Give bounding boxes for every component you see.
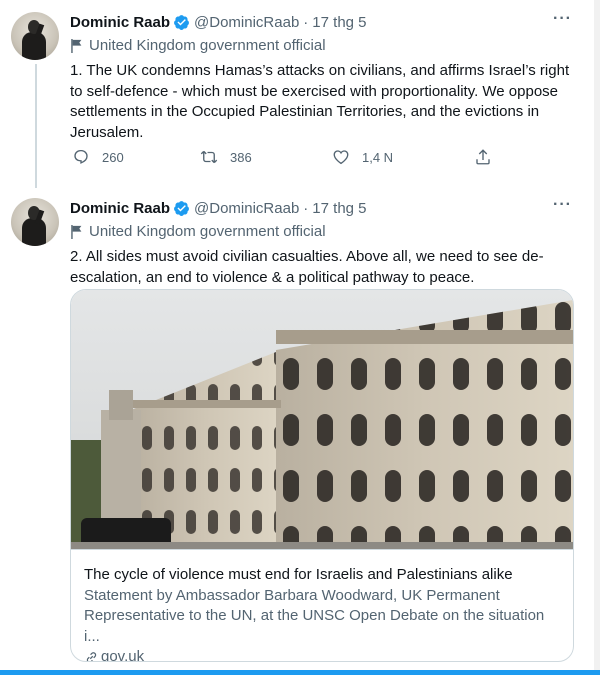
- reply-icon: [74, 149, 88, 164]
- share-icon: [476, 149, 490, 165]
- government-label-text: United Kingdom government official: [89, 223, 326, 240]
- more-icon[interactable]: ···: [553, 196, 572, 214]
- avatar[interactable]: [11, 12, 59, 60]
- separator-dot: ·: [303, 13, 309, 31]
- thread-connector-line: [35, 64, 37, 188]
- author-name[interactable]: Dominic Raab: [70, 200, 170, 217]
- tweet-text: 1. The UK condemns Hamas’s attacks on ci…: [70, 62, 570, 141]
- tweet-date[interactable]: 17 thg 5: [312, 200, 366, 217]
- verified-badge-icon: [174, 200, 189, 216]
- tweet-actions: 260 386 1,4 N: [70, 148, 500, 170]
- flag-icon: [71, 224, 82, 239]
- bottom-accent-bar: [0, 670, 600, 675]
- link-card[interactable]: The cycle of violence must end for Israe…: [70, 289, 574, 662]
- card-domain[interactable]: gov.uk: [84, 647, 562, 662]
- government-label[interactable]: United Kingdom government official: [70, 37, 326, 54]
- author-handle[interactable]: @DominicRaab: [194, 14, 299, 31]
- retweet-icon: [200, 150, 218, 164]
- card-description: Statement by Ambassador Barbara Woodward…: [84, 586, 545, 645]
- reply-button[interactable]: 260: [72, 148, 124, 166]
- retweet-count: 386: [230, 149, 252, 165]
- retweet-button[interactable]: 386: [200, 148, 252, 166]
- reply-count: 260: [102, 149, 124, 165]
- more-icon[interactable]: ···: [553, 10, 572, 28]
- tweet-date[interactable]: 17 thg 5: [312, 14, 366, 31]
- tweet-header: Dominic Raab @DominicRaab · 17 thg 5: [70, 198, 367, 218]
- card-image[interactable]: [71, 290, 573, 550]
- like-count: 1,4 N: [362, 149, 394, 165]
- author-name[interactable]: Dominic Raab: [70, 14, 170, 31]
- building-image: [71, 290, 573, 549]
- avatar[interactable]: [11, 198, 59, 246]
- like-button[interactable]: 1,4 N: [332, 148, 393, 166]
- card-domain-text: gov.uk: [101, 648, 145, 662]
- share-button[interactable]: [474, 148, 492, 166]
- like-icon: [333, 150, 349, 165]
- tweet-header: Dominic Raab @DominicRaab · 17 thg 5: [70, 12, 367, 32]
- card-body: The cycle of violence must end for Israe…: [84, 565, 562, 662]
- scrollbar[interactable]: [594, 0, 600, 670]
- card-title[interactable]: The cycle of violence must end for Israe…: [84, 565, 562, 586]
- tweet-text: 2. All sides must avoid civilian casualt…: [70, 248, 544, 286]
- link-icon: [86, 651, 97, 661]
- separator-dot: ·: [303, 199, 309, 217]
- verified-badge-icon: [174, 14, 189, 30]
- government-label-text: United Kingdom government official: [89, 37, 326, 54]
- government-label[interactable]: United Kingdom government official: [70, 223, 326, 240]
- flag-icon: [71, 38, 82, 53]
- author-handle[interactable]: @DominicRaab: [194, 200, 299, 217]
